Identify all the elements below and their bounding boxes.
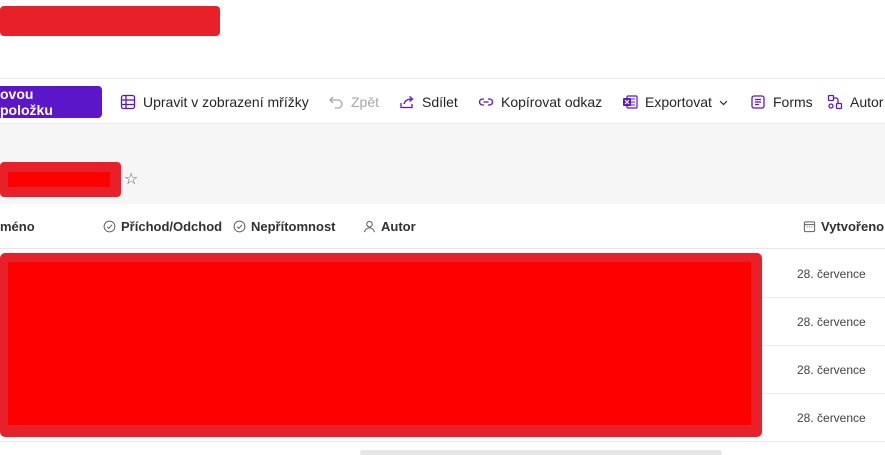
new-item-button[interactable]: ovou položku <box>0 86 102 118</box>
check-circle-icon <box>233 220 246 233</box>
column-header-arrival[interactable]: Příchod/Odchod <box>103 204 222 249</box>
column-header-label: Autor <box>381 219 416 234</box>
share-label: Sdílet <box>422 94 458 110</box>
chevron-down-icon <box>719 100 728 105</box>
redacted-list-title <box>0 162 121 197</box>
grid-icon <box>120 94 136 110</box>
forms-button[interactable]: Forms <box>750 79 813 125</box>
share-button[interactable]: Sdílet <box>399 79 458 125</box>
redacted-site-title <box>0 6 220 36</box>
list-title-bar: ☆ <box>0 124 885 204</box>
column-header-absence[interactable]: Nepřítomnost <box>233 204 336 249</box>
new-item-label: ovou položku <box>0 86 53 118</box>
automate-button[interactable]: Autor <box>827 79 883 125</box>
undo-label: Zpět <box>351 94 380 110</box>
calendar-icon <box>803 221 816 233</box>
column-header-label: Nepřítomnost <box>251 219 336 234</box>
table-header: méno Příchod/Odchod Nepřítomnost Autor V… <box>0 204 885 249</box>
link-icon <box>478 98 494 106</box>
edit-grid-view-button[interactable]: Upravit v zobrazení mřížky <box>120 79 309 125</box>
excel-icon <box>623 95 638 109</box>
created-date: 28. července <box>797 315 866 329</box>
copy-link-button[interactable]: Kopírovat odkaz <box>478 79 602 125</box>
forms-icon <box>751 95 765 109</box>
redacted-row-content <box>0 253 762 437</box>
column-header-label: Příchod/Odchod <box>121 219 223 234</box>
automate-label: Autor <box>850 94 884 110</box>
created-date: 28. července <box>797 411 866 425</box>
horizontal-scrollbar[interactable] <box>360 450 722 455</box>
command-bar: ovou položku Upravit v zobrazení mřížky … <box>0 78 885 124</box>
export-label: Exportovat <box>645 94 712 110</box>
check-circle-icon <box>103 220 116 233</box>
column-header-author[interactable]: Autor <box>363 204 416 249</box>
copy-link-label: Kopírovat odkaz <box>501 94 603 110</box>
column-header-label: Vytvořeno <box>821 219 885 234</box>
favorite-star-icon[interactable]: ☆ <box>124 169 138 188</box>
export-button[interactable]: Exportovat <box>622 79 729 125</box>
undo-icon <box>329 96 343 109</box>
created-date: 28. července <box>797 363 866 377</box>
person-icon <box>364 220 375 233</box>
column-header-created[interactable]: Vytvořeno <box>803 204 884 249</box>
undo-button[interactable]: Zpět <box>328 79 379 125</box>
column-header-name[interactable]: méno <box>0 204 35 249</box>
created-date: 28. července <box>797 267 866 281</box>
column-header-label: méno <box>0 219 35 234</box>
edit-grid-view-label: Upravit v zobrazení mřížky <box>143 94 309 110</box>
forms-label: Forms <box>773 94 813 110</box>
share-icon <box>400 96 414 109</box>
flow-icon <box>827 94 843 110</box>
